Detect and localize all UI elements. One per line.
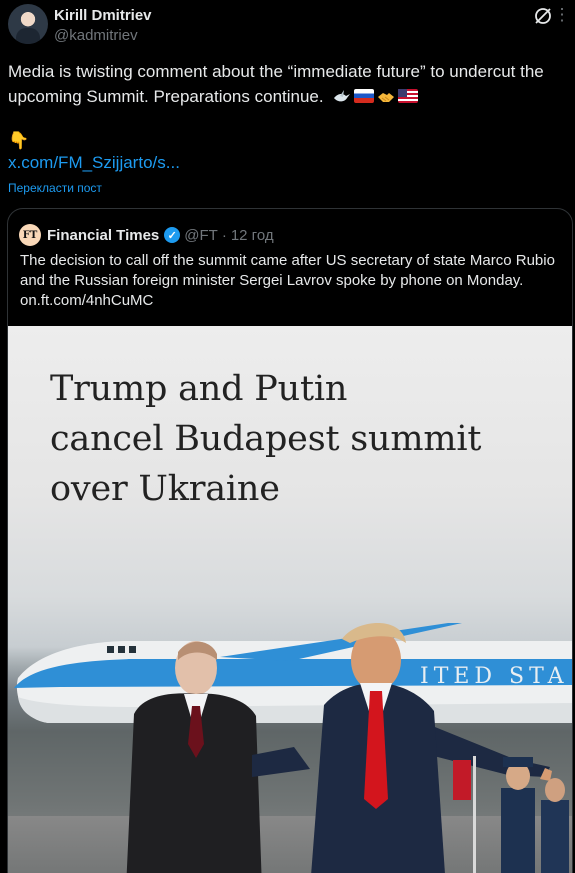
author-avatar[interactable] — [8, 4, 48, 44]
tweet-link[interactable]: x.com/FM_Szijjarto/s... — [8, 153, 180, 173]
tweet-text: Media is twisting comment about the “imm… — [8, 59, 563, 109]
more-options-icon[interactable]: ⋮ — [553, 6, 571, 26]
usa-flag-emoji — [398, 89, 419, 103]
image-headline: Trump and Putin cancel Budapest summit o… — [50, 364, 510, 514]
quoted-text: The decision to call off the summit came… — [20, 252, 555, 309]
separator-dot: · — [221, 226, 227, 244]
putin-figure — [126, 641, 262, 873]
quoted-tweet[interactable]: FT Financial Times ✓ @FT · 12 год The de… — [7, 208, 573, 873]
tweet-body: Media is twisting comment about the “imm… — [8, 62, 544, 106]
quoted-timestamp[interactable]: 12 год — [231, 227, 274, 244]
quoted-author-name[interactable]: Financial Times — [47, 227, 159, 244]
handshake-emoji — [378, 93, 395, 102]
pointing-down-emoji: 👇 — [8, 131, 30, 150]
dove-emoji — [334, 90, 351, 102]
quoted-image[interactable]: Trump and Putin cancel Budapest summit o… — [8, 326, 572, 873]
russia-flag-emoji — [354, 89, 375, 103]
ft-logo[interactable]: FT — [19, 224, 41, 246]
tweet-header: Kirill Dmitriev @kadmitriev ⋮ — [8, 4, 571, 46]
quoted-author-handle[interactable]: @FT — [184, 227, 218, 244]
headline-line-1: Trump and Putin — [50, 369, 348, 409]
verified-badge-icon: ✓ — [164, 227, 181, 243]
author-handle[interactable]: @kadmitriev — [54, 27, 138, 44]
headline-line-3: over Ukraine — [50, 469, 280, 509]
quoted-header: FT Financial Times ✓ @FT · 12 год — [19, 224, 274, 246]
headline-line-2: cancel Budapest summit — [50, 419, 482, 459]
honor-guard-figures — [453, 756, 569, 873]
author-name[interactable]: Kirill Dmitriev — [54, 7, 152, 24]
grok-icon[interactable] — [533, 6, 553, 26]
emoji-group — [333, 89, 419, 105]
translate-post-link[interactable]: Перекласти пост — [8, 181, 102, 195]
